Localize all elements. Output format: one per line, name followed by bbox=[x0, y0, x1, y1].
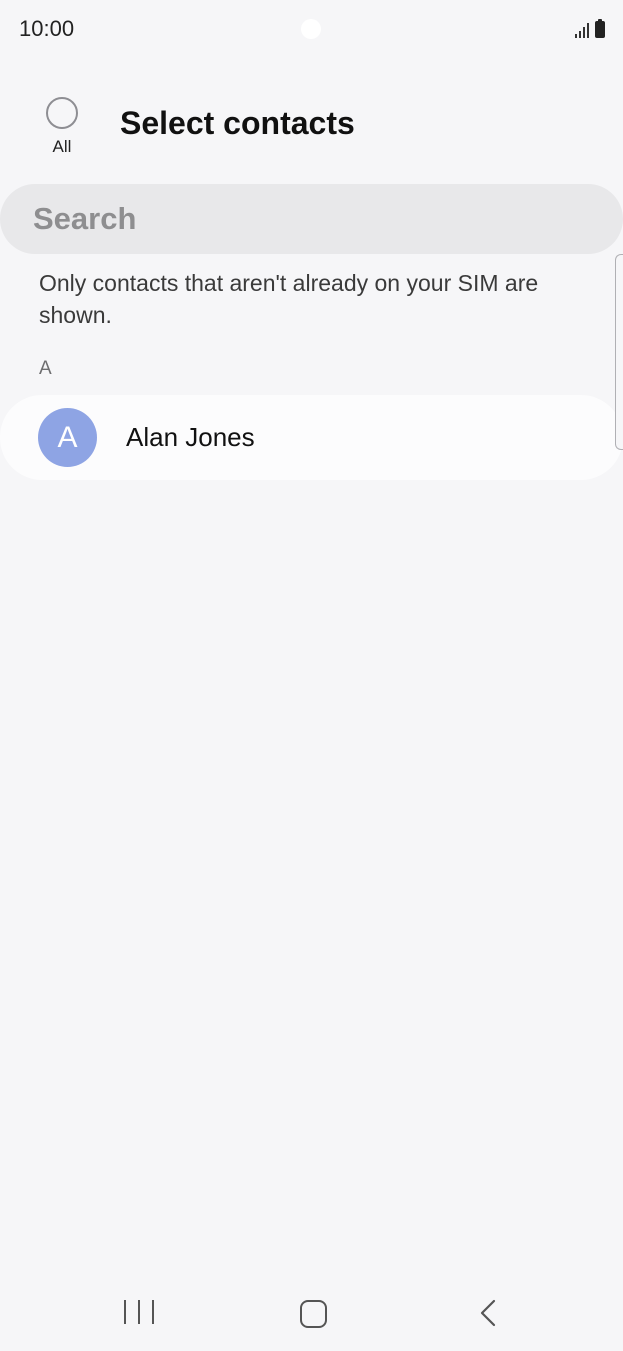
recents-icon[interactable] bbox=[124, 1300, 154, 1326]
status-time: 10:00 bbox=[19, 16, 75, 41]
contact-name: Alan Jones bbox=[126, 422, 255, 452]
contact-row[interactable]: A Alan Jones bbox=[0, 395, 623, 480]
select-all-label: All bbox=[52, 137, 72, 156]
info-message: Only contacts that aren't already on you… bbox=[39, 270, 539, 328]
section-header-letter: A bbox=[39, 358, 52, 379]
home-icon[interactable] bbox=[300, 1300, 327, 1328]
battery-icon bbox=[595, 19, 605, 38]
camera-cutout bbox=[301, 19, 321, 39]
scrollbar[interactable] bbox=[615, 254, 623, 450]
status-icons bbox=[575, 18, 605, 38]
search-input[interactable] bbox=[33, 201, 573, 237]
select-all-checkbox[interactable]: All bbox=[37, 97, 87, 157]
signal-icon bbox=[575, 22, 589, 38]
search-bar[interactable] bbox=[0, 184, 623, 254]
back-icon[interactable] bbox=[474, 1298, 504, 1328]
screen: 10:00 All Select contacts Only contacts … bbox=[0, 0, 623, 1351]
page-title: Select contacts bbox=[120, 105, 355, 141]
select-all-circle-icon[interactable] bbox=[46, 97, 78, 129]
avatar: A bbox=[38, 408, 97, 467]
